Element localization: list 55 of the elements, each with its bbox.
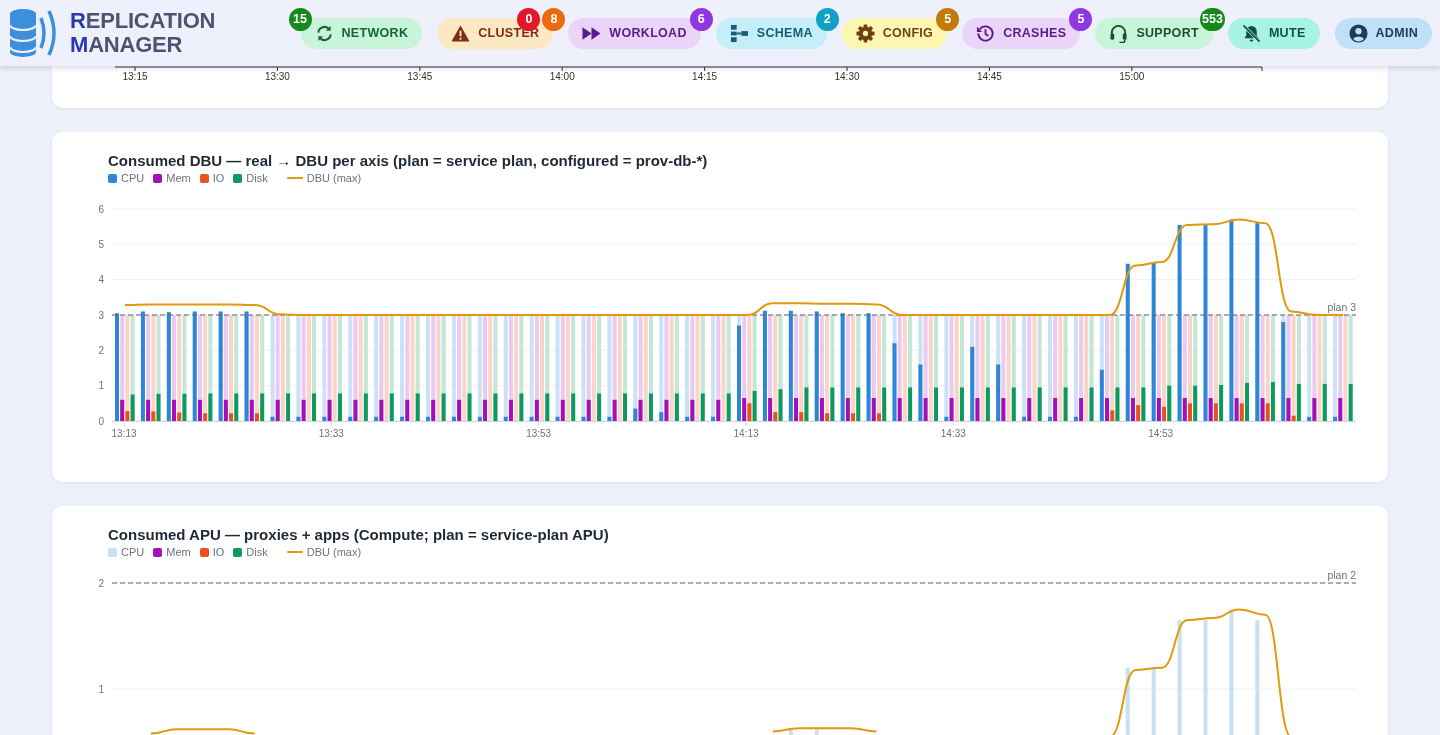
x-axis-label: 14:00 <box>549 71 575 82</box>
legend-label[interactable]: Mem <box>166 171 191 185</box>
x-axis-label: 14:13 <box>733 428 759 439</box>
legend-label[interactable]: Disk <box>246 171 268 185</box>
x-axis-label: 15:00 <box>1119 71 1145 82</box>
y-axis-label: 6 <box>98 203 104 215</box>
sync-icon <box>314 23 334 43</box>
legend-label[interactable]: Disk <box>246 545 268 559</box>
nav-button[interactable]: MUTE <box>1227 17 1320 49</box>
x-axis-label: 13:30 <box>264 71 290 82</box>
count-badge: 2 <box>815 7 839 31</box>
count-badge: 6 <box>689 7 713 31</box>
x-axis-label: 13:45 <box>407 71 433 82</box>
sitemap-icon <box>729 23 749 43</box>
chart-title: Consumed APU — proxies + apps (Compute; plan = service-plan APU) <box>108 526 610 544</box>
nav-button[interactable]: ADMIN <box>1334 17 1432 49</box>
y-axis-label: 5 <box>98 238 104 250</box>
y-axis-label: 1 <box>98 380 104 392</box>
x-axis-label: 14:30 <box>834 71 860 82</box>
y-axis-label: 2 <box>98 577 104 589</box>
count-badge: 8 <box>542 7 566 31</box>
y-axis-label: 3 <box>98 309 104 321</box>
count-badge: 553 <box>1200 7 1225 31</box>
y-axis-label: 2 <box>98 344 104 356</box>
bell-slash-icon <box>1241 23 1261 43</box>
gear-icon <box>855 23 875 43</box>
legend-label[interactable]: DBU (max) <box>306 545 362 559</box>
legend-label[interactable]: DBU (max) <box>306 171 362 185</box>
chart-title: Consumed DBU — real → DBU per axis (plan = service plan, configured = prov-db-*) <box>108 152 709 170</box>
legend-label[interactable]: IO <box>212 545 225 559</box>
x-axis-label: 14:33 <box>940 428 966 439</box>
x-axis-label: 14:45 <box>976 71 1002 82</box>
user-circle-icon <box>1348 23 1368 43</box>
x-axis-label: 13:53 <box>526 428 552 439</box>
count-badge: 5 <box>1069 7 1093 31</box>
x-axis-label: 13:15 <box>122 71 148 82</box>
legend-label[interactable]: IO <box>212 171 225 185</box>
x-axis-label: 14:53 <box>1148 428 1174 439</box>
history-icon <box>976 23 996 43</box>
app-logo-text: REPLICATION MANAGER <box>70 9 216 57</box>
legend-label[interactable]: CPU <box>121 171 145 185</box>
x-axis-label: 13:33 <box>318 428 344 439</box>
legend-label[interactable]: Mem <box>166 545 191 559</box>
legend-label[interactable]: CPU <box>121 545 145 559</box>
count-badge: 15 <box>288 7 312 31</box>
y-axis-label: 1 <box>98 683 104 695</box>
headset-icon <box>1109 23 1129 43</box>
y-axis-label: 0 <box>98 415 104 427</box>
y-axis-label: 4 <box>98 274 104 286</box>
plan-label: plan 2 <box>1327 569 1356 581</box>
x-axis-label: 13:13 <box>111 428 137 439</box>
plan-label: plan 3 <box>1327 301 1356 313</box>
warning-icon <box>451 23 471 43</box>
count-badge: 5 <box>936 7 960 31</box>
x-axis-label: 14:15 <box>692 71 718 82</box>
